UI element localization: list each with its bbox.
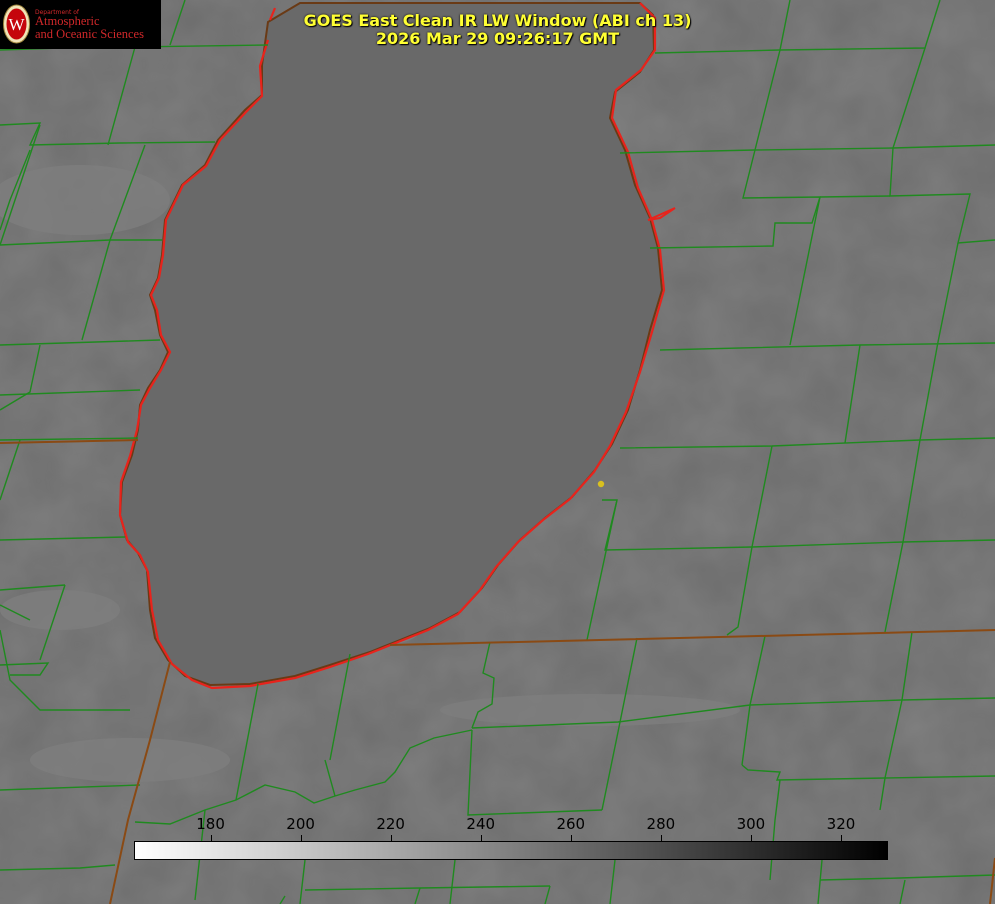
colorbar-tick-mark <box>210 835 212 842</box>
colorbar-tick-mark <box>570 835 572 842</box>
colorbar-tick-label: 180 <box>196 815 225 833</box>
colorbar-tick-mark <box>660 835 662 842</box>
colorbar-tick-label: 320 <box>826 815 856 833</box>
colorbar-tick-mark <box>480 835 482 842</box>
colorbar-tick-label: 220 <box>376 815 405 833</box>
colorbar-tick-label: 200 <box>286 815 315 833</box>
colorbar-tick-mark <box>750 835 752 842</box>
seal-letter: W <box>8 15 25 34</box>
aos-logo: W Department of Atmospheric and Oceanic … <box>0 0 161 49</box>
colorbar-tick-mark <box>300 835 302 842</box>
colorbar-tick-label: 280 <box>646 815 676 833</box>
satellite-map <box>0 0 995 904</box>
logo-line-oceanic: and Oceanic Sciences <box>35 27 144 41</box>
colorbar-tick-label: 240 <box>466 815 496 833</box>
colorbar-tick-label: 300 <box>736 815 766 833</box>
colorbar <box>134 841 888 860</box>
colorbar-tick-label: 260 <box>556 815 586 833</box>
city-dot <box>597 480 605 488</box>
colorbar-tick-mark <box>390 835 392 842</box>
colorbar-tick-mark <box>840 835 842 842</box>
uw-seal-icon: W <box>3 4 30 44</box>
